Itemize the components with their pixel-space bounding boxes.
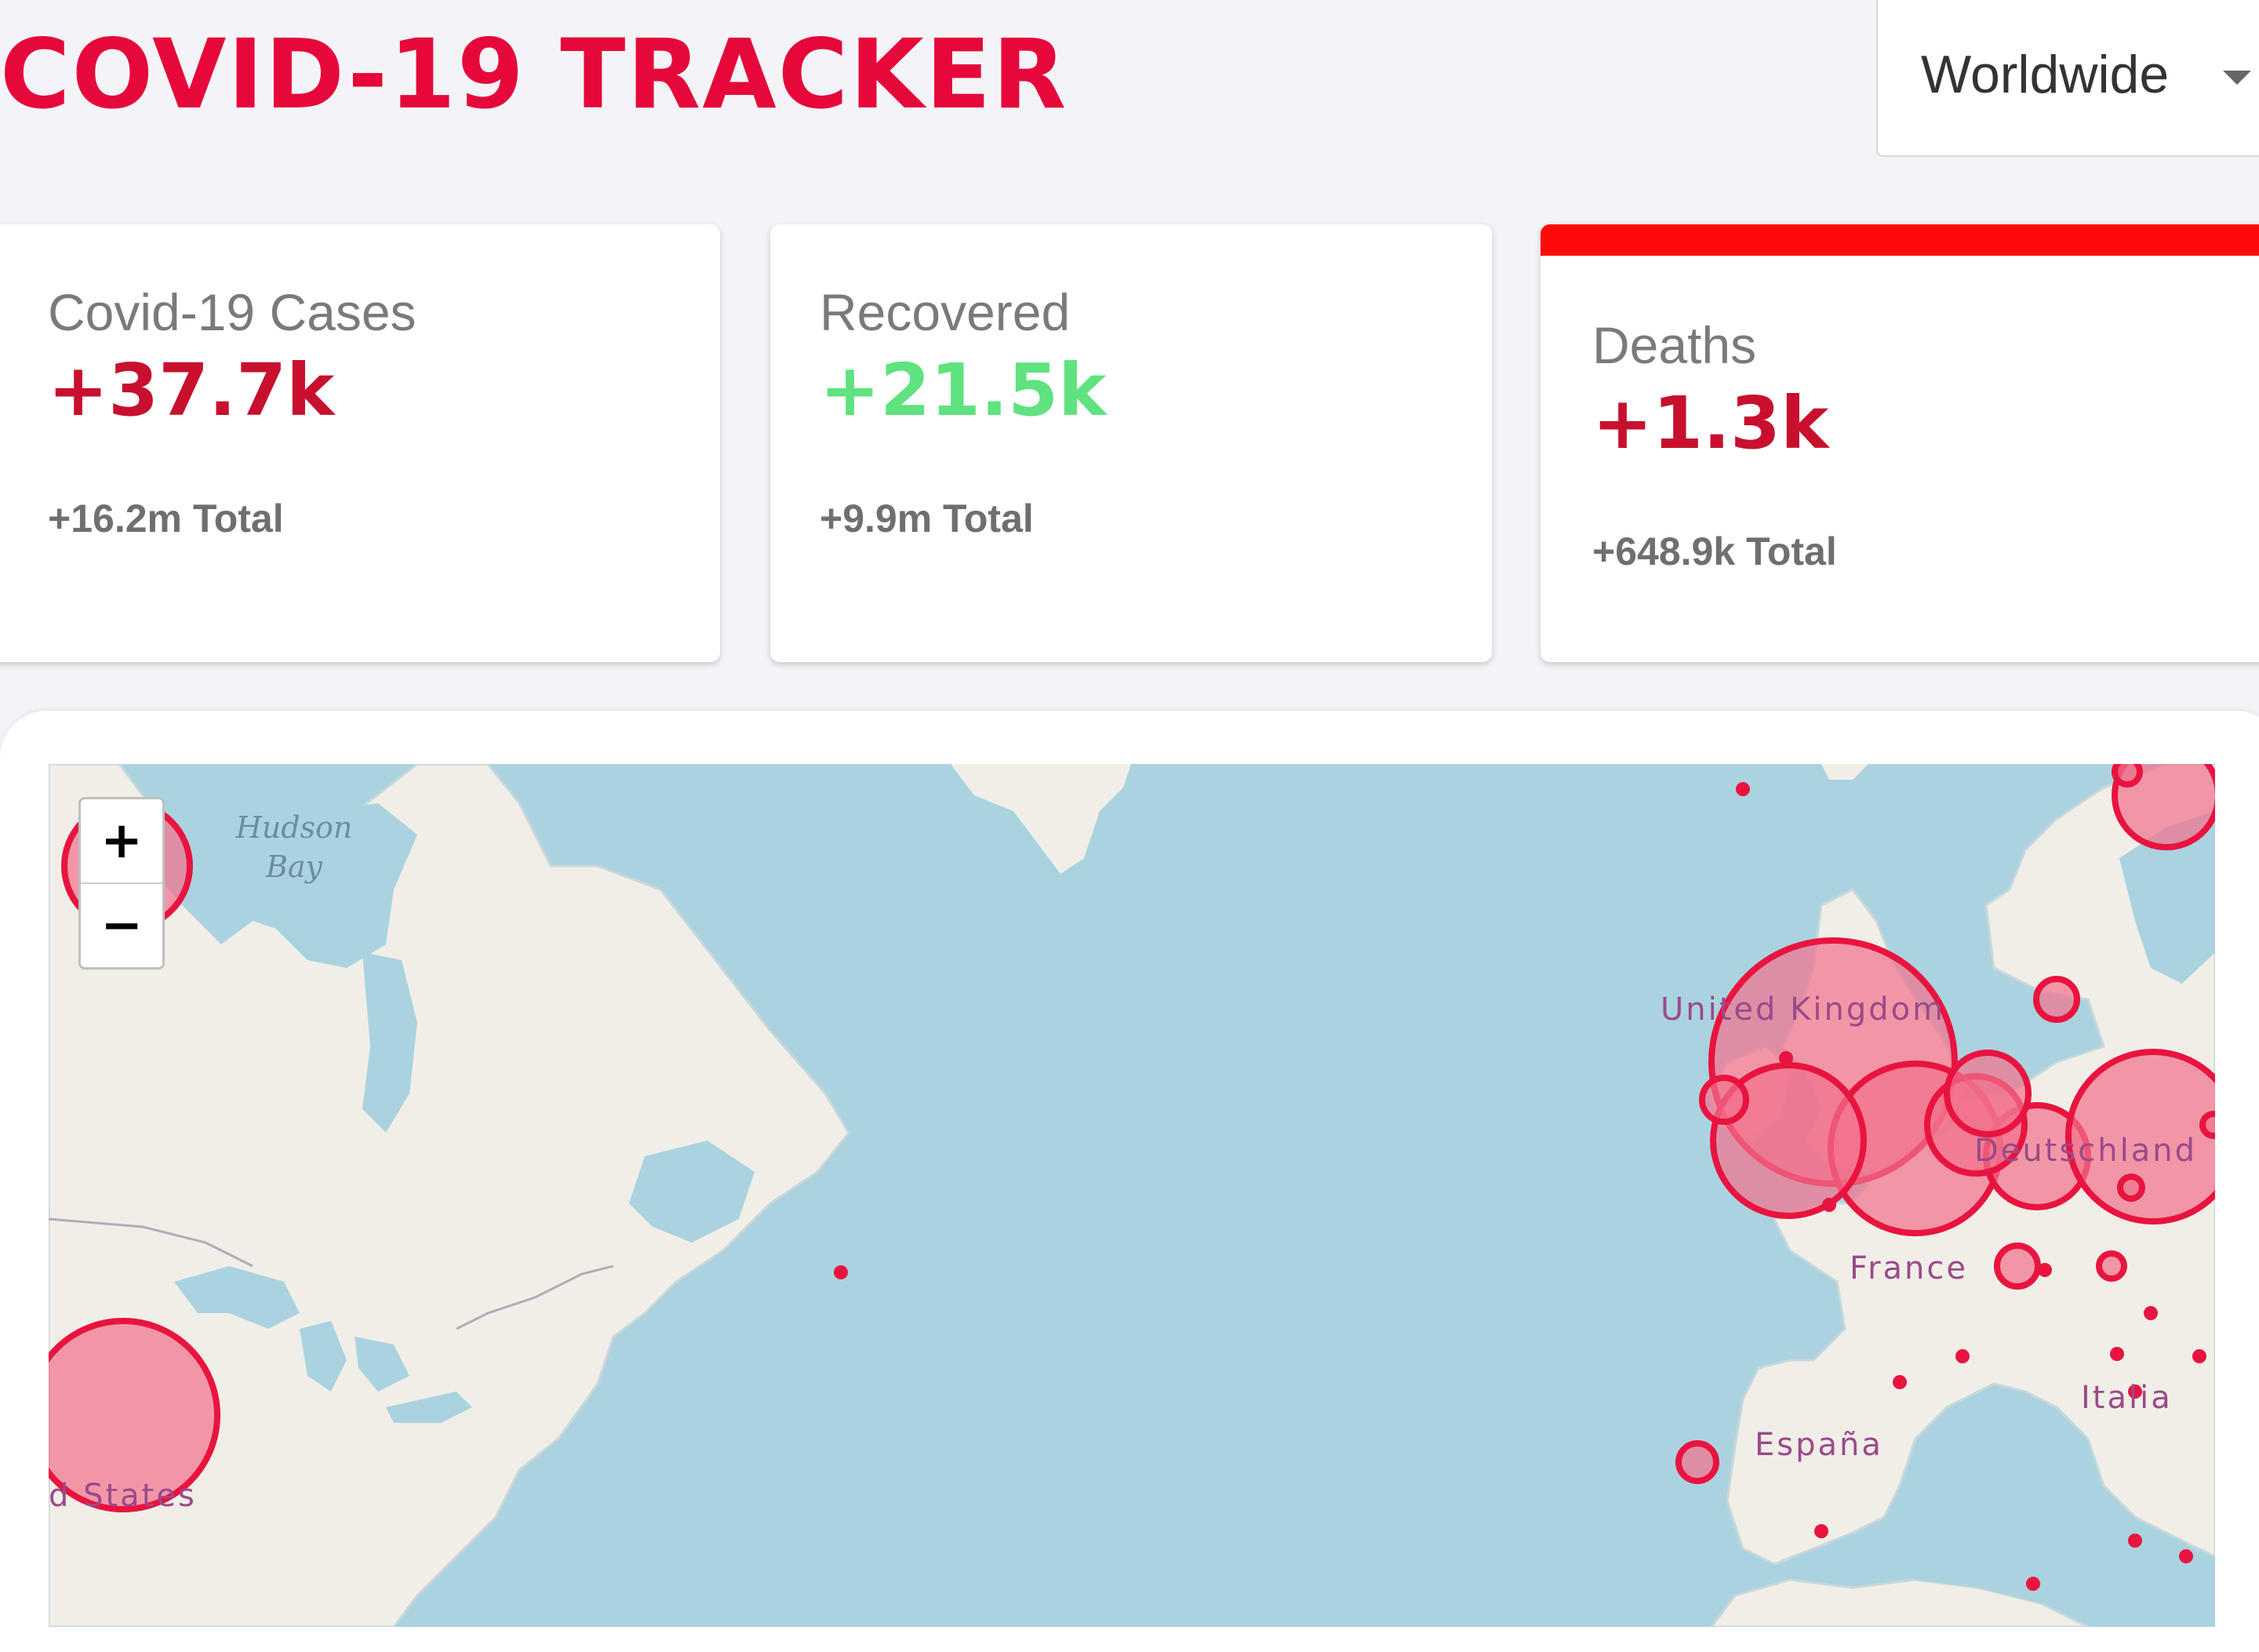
united-kingdom-label: United Kingdom xyxy=(1661,992,1946,1028)
map[interactable]: + − Hudson Bay d States United Kingdom D… xyxy=(49,764,2215,1627)
zoom-in-button[interactable]: + xyxy=(81,799,162,882)
recovered-today: +21.5k xyxy=(820,348,1107,432)
portugal-circle[interactable] xyxy=(1675,1440,1719,1484)
cases-total: +16.2m Total xyxy=(48,497,284,540)
deutschland-label: Deutschland xyxy=(1974,1133,2197,1169)
italia-label: Italia xyxy=(2081,1380,2173,1416)
espana-label: España xyxy=(1755,1427,1883,1463)
deaths-card[interactable]: Deaths +1.3k +648.9k Total xyxy=(1541,224,2259,662)
recovered-label: Recovered xyxy=(820,283,1071,341)
recovered-card[interactable]: Recovered +21.5k +9.9m Total xyxy=(770,224,1492,662)
cases-today: +37.7k xyxy=(48,348,335,432)
country-select-value: Worldwide xyxy=(1921,45,2170,104)
switzerland-circle[interactable] xyxy=(1994,1243,2041,1290)
zoom-control: + − xyxy=(78,797,165,970)
country-select[interactable]: Worldwide xyxy=(1876,0,2259,157)
map-canvas[interactable] xyxy=(49,764,2215,1627)
denmark-circle[interactable] xyxy=(2033,976,2080,1023)
france-label: France xyxy=(1850,1250,1969,1286)
austria-circle[interactable] xyxy=(2096,1250,2127,1282)
deaths-total: +648.9k Total xyxy=(1592,529,1837,573)
cases-card[interactable]: Covid-19 Cases +37.7k +16.2m Total xyxy=(0,224,720,662)
app-title: COVID-19 TRACKER xyxy=(0,19,1068,130)
deaths-today: +1.3k xyxy=(1592,381,1829,465)
czechia-circle[interactable] xyxy=(2117,1174,2145,1202)
norway-circle[interactable] xyxy=(2112,764,2143,788)
recovered-total: +9.9m Total xyxy=(820,497,1034,540)
ireland-circle[interactable] xyxy=(1699,1075,1749,1125)
dropdown-caret-icon xyxy=(2223,71,2251,85)
united-states-label: d States xyxy=(49,1478,197,1514)
poland-circle[interactable] xyxy=(2199,1111,2215,1139)
netherlands-circle[interactable] xyxy=(1944,1050,2032,1137)
zoom-out-button[interactable]: − xyxy=(81,882,162,967)
cases-label: Covid-19 Cases xyxy=(48,283,417,341)
hudson-bay-label: Hudson Bay xyxy=(235,810,353,884)
deaths-label: Deaths xyxy=(1592,316,1757,374)
